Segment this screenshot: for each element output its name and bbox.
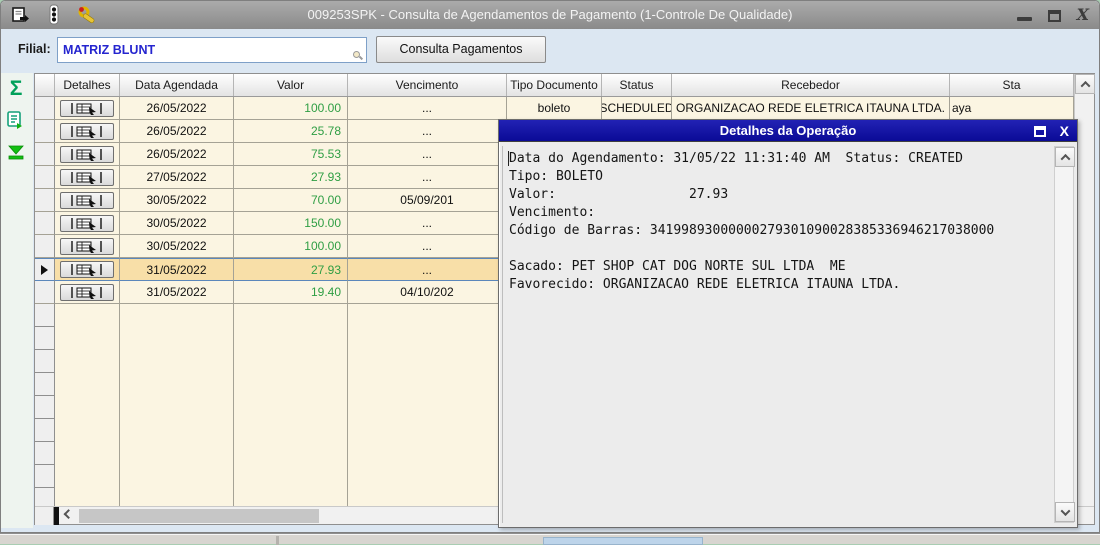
scroll-thumb[interactable] bbox=[79, 508, 319, 523]
close-button[interactable]: X bbox=[1077, 6, 1089, 24]
side-toolbar: Σ bbox=[1, 73, 33, 528]
cell-data-agendada: 30/05/2022 bbox=[120, 235, 234, 258]
minimize-button[interactable] bbox=[1016, 17, 1032, 21]
row-selector[interactable] bbox=[35, 189, 55, 212]
cell-sta: aya bbox=[950, 97, 1074, 120]
cell-tipo-documento: boleto bbox=[507, 97, 602, 120]
cell-valor: 19.40 bbox=[234, 281, 348, 304]
popup-body: Data do Agendamento: 31/05/22 11:31:40 A… bbox=[502, 146, 1053, 523]
row-selector[interactable] bbox=[35, 143, 55, 166]
cell-data-agendada: 30/05/2022 bbox=[120, 212, 234, 235]
cell-vencimento: 05/09/201 bbox=[348, 189, 507, 212]
popup-title: Detalhes da Operação bbox=[719, 123, 857, 138]
go-to-bottom-icon[interactable] bbox=[1, 140, 31, 166]
main-titlebar: 009253SPK - Consulta de Agendamentos de … bbox=[1, 1, 1099, 29]
cell-vencimento: ... bbox=[348, 120, 507, 143]
scroll-up-icon[interactable] bbox=[1075, 74, 1095, 94]
maximize-button[interactable] bbox=[1047, 10, 1061, 22]
header-tipo-documento[interactable]: Tipo Documento bbox=[507, 74, 602, 96]
popup-text: Data do Agendamento: 31/05/22 11:31:40 A… bbox=[509, 151, 995, 292]
cell-recebedor: ORGANIZACAO REDE ELETRICA ITAUNA LTDA. bbox=[672, 97, 950, 120]
cell-data-agendada: 26/05/2022 bbox=[120, 120, 234, 143]
cell-valor: 75.53 bbox=[234, 143, 348, 166]
row-selector[interactable] bbox=[35, 235, 55, 258]
popup-scroll-up-icon[interactable] bbox=[1055, 147, 1075, 167]
detalhes-button[interactable] bbox=[60, 99, 114, 117]
filial-label: Filial: bbox=[18, 42, 51, 56]
scroll-left-icon[interactable] bbox=[59, 508, 77, 524]
sum-icon[interactable]: Σ bbox=[1, 76, 31, 102]
cell-valor: 100.00 bbox=[234, 235, 348, 258]
header-recebedor[interactable]: Recebedor bbox=[672, 74, 950, 96]
cell-status: SCHEDULED bbox=[602, 97, 672, 120]
grid-header-row: Detalhes Data Agendada Valor Vencimento … bbox=[35, 74, 1094, 97]
popup-vertical-scrollbar[interactable] bbox=[1054, 146, 1075, 523]
header-valor[interactable]: Valor bbox=[234, 74, 348, 96]
cell-valor: 150.00 bbox=[234, 212, 348, 235]
detalhes-button[interactable] bbox=[60, 145, 114, 163]
header-sta-truncated[interactable]: Sta bbox=[950, 74, 1074, 96]
cell-data-agendada: 26/05/2022 bbox=[120, 97, 234, 120]
current-row-arrow-icon bbox=[41, 264, 48, 275]
cell-valor: 27.93 bbox=[234, 258, 348, 281]
cell-data-agendada: 30/05/2022 bbox=[120, 189, 234, 212]
row-selector[interactable] bbox=[35, 281, 55, 304]
detalhes-button[interactable] bbox=[60, 191, 114, 209]
search-icon bbox=[353, 51, 364, 60]
header-detalhes[interactable]: Detalhes bbox=[55, 74, 120, 96]
cell-vencimento: ... bbox=[348, 97, 507, 120]
cell-data-agendada: 27/05/2022 bbox=[120, 166, 234, 189]
cell-vencimento: ... bbox=[348, 235, 507, 258]
cell-data-agendada: 31/05/2022 bbox=[120, 258, 234, 281]
cell-data-agendada: 31/05/2022 bbox=[120, 281, 234, 304]
filial-input[interactable] bbox=[57, 37, 367, 63]
text-caret bbox=[508, 151, 509, 166]
main-window: 009253SPK - Consulta de Agendamentos de … bbox=[0, 0, 1100, 533]
cell-valor: 25.78 bbox=[234, 120, 348, 143]
filter-bar: Filial: Consulta Pagamentos bbox=[1, 35, 1099, 65]
popup-close-button[interactable]: X bbox=[1060, 123, 1069, 139]
detalhes-button[interactable] bbox=[60, 122, 114, 140]
header-data-agendada[interactable]: Data Agendada bbox=[120, 74, 234, 96]
cell-vencimento: 04/10/202 bbox=[348, 281, 507, 304]
detalhes-popup: Detalhes da Operação X Data do Agendamen… bbox=[498, 119, 1078, 528]
cell-vencimento: ... bbox=[348, 143, 507, 166]
popup-scroll-down-icon[interactable] bbox=[1055, 502, 1075, 522]
consulta-pagamentos-button[interactable]: Consulta Pagamentos bbox=[376, 36, 546, 63]
cell-vencimento: ... bbox=[348, 166, 507, 189]
cell-valor: 27.93 bbox=[234, 166, 348, 189]
export-grid-icon[interactable] bbox=[1, 108, 31, 134]
detalhes-button[interactable] bbox=[60, 168, 114, 186]
cell-valor: 70.00 bbox=[234, 189, 348, 212]
cell-vencimento: ... bbox=[348, 258, 507, 281]
row-selector[interactable] bbox=[35, 258, 55, 281]
cell-vencimento: ... bbox=[348, 212, 507, 235]
popup-maximize-button[interactable] bbox=[1033, 126, 1046, 137]
detalhes-button[interactable] bbox=[60, 237, 114, 255]
cell-valor: 100.00 bbox=[234, 97, 348, 120]
cell-data-agendada: 26/05/2022 bbox=[120, 143, 234, 166]
header-selector bbox=[35, 74, 55, 96]
popup-titlebar[interactable]: Detalhes da Operação X bbox=[499, 120, 1077, 142]
row-selector[interactable] bbox=[35, 120, 55, 143]
header-status[interactable]: Status bbox=[602, 74, 672, 96]
row-selector[interactable] bbox=[35, 166, 55, 189]
row-selector[interactable] bbox=[35, 97, 55, 120]
detalhes-button[interactable] bbox=[60, 283, 114, 301]
header-vencimento[interactable]: Vencimento bbox=[348, 74, 507, 96]
detalhes-button[interactable] bbox=[60, 214, 114, 232]
table-row[interactable]: 26/05/2022 100.00 ... boleto SCHEDULED O… bbox=[35, 97, 1094, 120]
row-selector[interactable] bbox=[35, 212, 55, 235]
background-window-strip bbox=[0, 533, 1100, 545]
detalhes-button[interactable] bbox=[60, 261, 114, 278]
window-title: 009253SPK - Consulta de Agendamentos de … bbox=[307, 7, 793, 22]
